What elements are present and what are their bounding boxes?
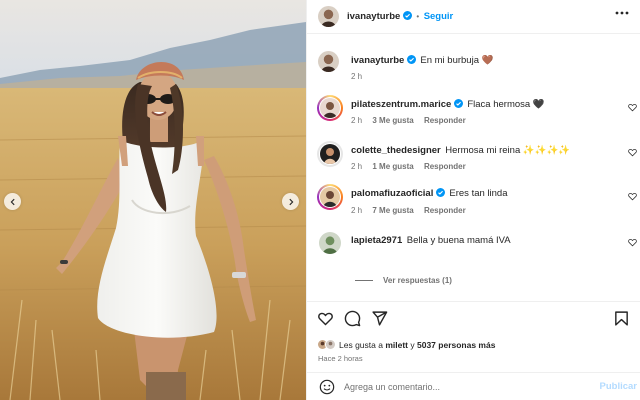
author-avatar[interactable] [318,6,339,27]
comment-likes[interactable]: 1 Me gusta [372,162,413,171]
caption: ivanayturbe En mi burbuja 🤎 [351,55,493,66]
heart-icon[interactable] [628,103,637,112]
likes-first-user[interactable]: milett [385,340,408,350]
comment-item: pilateszentrum.marice Flaca hermosa 🖤 [351,99,545,110]
comment-time: 2 h [351,162,363,171]
post-details-panel: ivanayturbe • Seguir ivanayturbe En mi b… [306,0,640,400]
comment-likes[interactable]: 3 Me gusta [372,116,413,125]
verified-badge-icon [435,188,445,197]
comment-time: 2 h [351,116,363,125]
caption-username[interactable]: ivanayturbe [351,55,404,66]
comment-composer: Publicar [307,372,640,400]
verified-badge-icon [453,99,463,108]
comment-username[interactable]: lapieta2971 [351,235,402,246]
wheat-field-photo [0,0,306,400]
comment-username[interactable]: pilateszentrum.marice [351,99,451,110]
instagram-post-view: ivanayturbe • Seguir ivanayturbe En mi b… [0,0,640,400]
heart-icon[interactable] [628,238,637,247]
likes-prefix: Les gusta a [339,339,383,350]
verified-badge-icon [406,55,416,64]
comment-item: palomafiuzaoficial Eres tan linda [351,188,507,199]
comment-avatar[interactable] [317,141,343,167]
post-header: ivanayturbe • Seguir [307,0,640,34]
previous-photo-button[interactable] [4,193,21,210]
caption-time: 2 h [351,72,363,81]
comment-text: Hermosa mi reina ✨✨✨✨ [445,145,571,156]
view-replies-label: Ver respuestas (1) [383,276,452,285]
share-icon[interactable] [371,310,388,327]
author-username[interactable]: ivanayturbe [347,11,400,22]
separator-dot: • [416,12,420,21]
comment-username[interactable]: colette_thedesigner [351,145,441,156]
likes-text: Les gusta a milett y 5037 personas más [339,340,495,350]
reply-button[interactable]: Responder [424,162,466,171]
verified-badge-icon [402,11,412,20]
comment-item: colette_thedesigner Hermosa mi reina ✨✨✨… [351,145,570,156]
comment-time: 2 h [351,206,363,215]
replies-line [355,280,373,281]
heart-icon[interactable] [628,148,637,157]
reply-button[interactable]: Responder [424,206,466,215]
comment-username[interactable]: palomafiuzaoficial [351,188,433,199]
post-actions: Les gusta a milett y 5037 personas más H… [307,301,640,365]
post-time-ago: Hace 2 horas [318,354,363,363]
next-photo-button[interactable] [282,193,299,210]
comment-input[interactable] [344,380,584,394]
chevron-left-icon [10,198,15,205]
publish-button[interactable]: Publicar [600,381,638,392]
comment-item: lapieta2971 Bella y buena mamá IVA [351,235,511,246]
heart-icon[interactable] [317,310,334,327]
follow-button[interactable]: Seguir [424,11,454,22]
bookmark-icon[interactable] [613,310,630,327]
comment-avatar[interactable] [319,232,341,254]
comment-text: Flaca hermosa 🖤 [467,99,545,110]
comment-avatar[interactable] [317,95,343,121]
more-options-icon[interactable] [615,11,629,15]
heart-icon[interactable] [628,192,637,201]
emoji-icon[interactable] [319,379,335,395]
likes-summary[interactable]: Les gusta a milett y 5037 personas más [317,339,495,350]
view-replies-button[interactable]: Ver respuestas (1) [355,276,452,285]
likes-middle: y [410,339,415,350]
caption-text: En mi burbuja 🤎 [420,55,494,66]
comment-likes[interactable]: 7 Me gusta [372,206,413,215]
comment-meta: 2 h 1 Me gusta Responder [351,162,466,171]
reply-button[interactable]: Responder [424,116,466,125]
liker-avatar [325,339,336,350]
chevron-right-icon [288,198,293,205]
comment-icon[interactable] [344,310,361,327]
caption-author-avatar[interactable] [318,51,339,72]
comment-text: Bella y buena mamá IVA [406,235,511,246]
likes-others[interactable]: 5037 personas más [417,340,495,350]
comment-text: Eres tan linda [449,188,508,199]
comment-meta: 2 h 7 Me gusta Responder [351,206,466,215]
comment-avatar[interactable] [317,184,343,210]
comment-meta: 2 h 3 Me gusta Responder [351,116,466,125]
post-photo[interactable] [0,0,306,400]
